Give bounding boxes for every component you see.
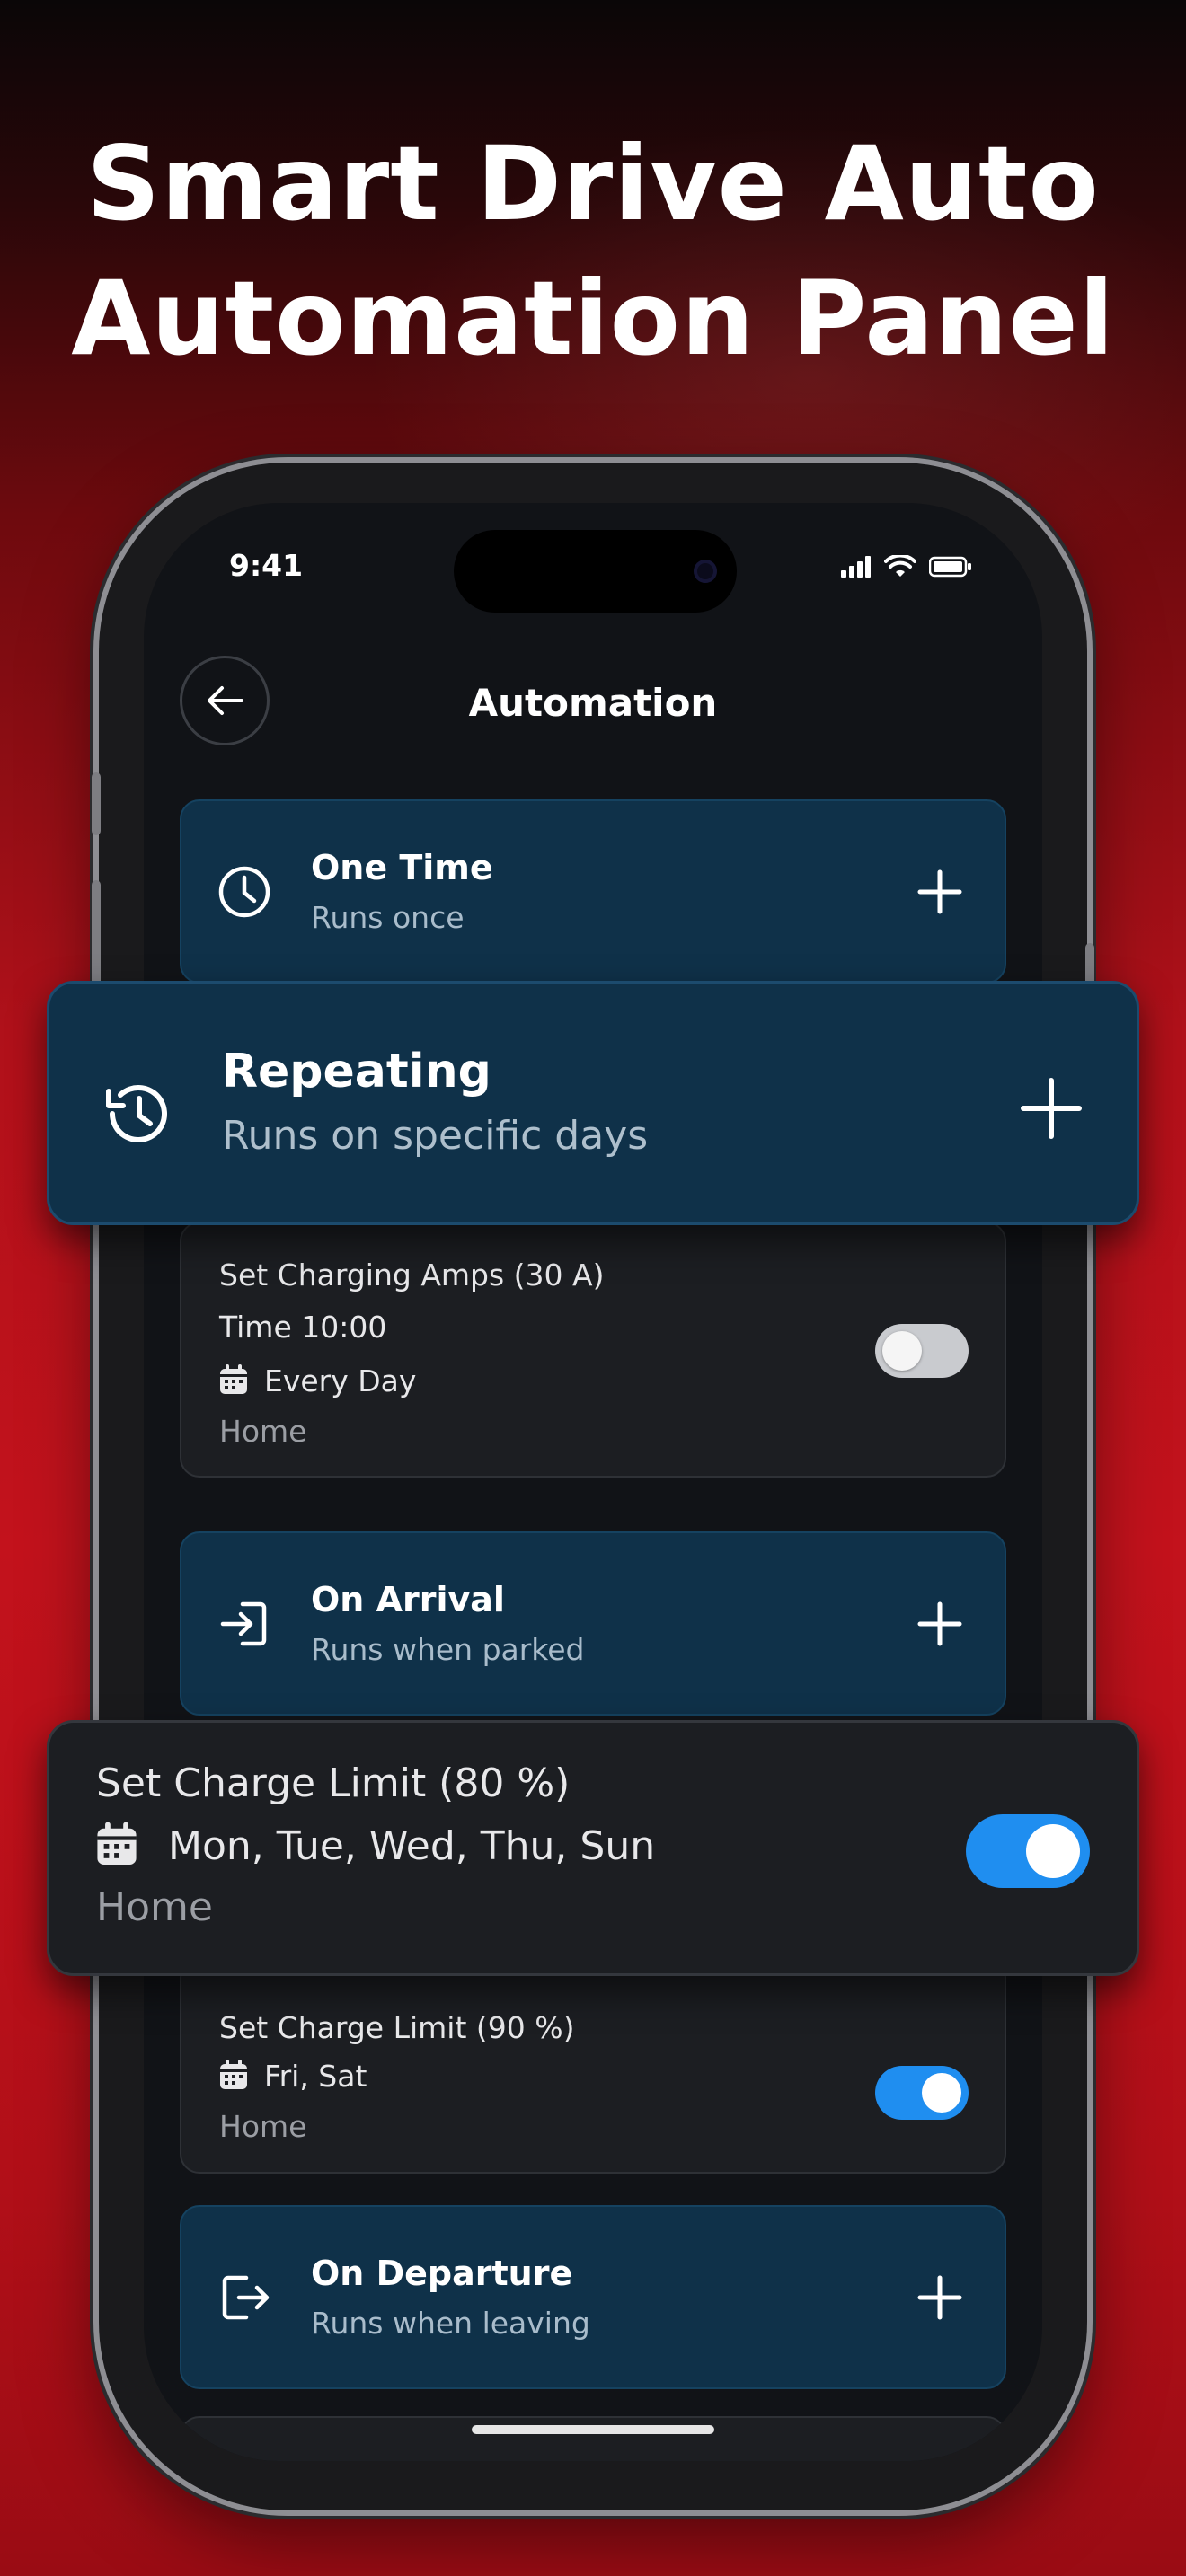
toggle-knob [922, 2073, 961, 2113]
headline-line-1: Smart Drive Auto [86, 124, 1100, 243]
history-icon [106, 1085, 167, 1142]
rule-card-charge-limit-80[interactable]: Set Charge Limit (80 %) Mon, Tue, Wed, T… [47, 1720, 1139, 1976]
calendar-icon [97, 1822, 137, 1865]
home-indicator [472, 2425, 714, 2434]
status-bar: 9:41 [144, 503, 1042, 629]
plus-icon[interactable] [915, 867, 965, 917]
rule-days: Fri, Sat [264, 2059, 367, 2094]
wifi-icon [884, 555, 916, 577]
rule-title: Set Charge Limit (90 %) [219, 2010, 575, 2045]
status-time: 9:41 [229, 548, 304, 583]
phone-screen: 9:41 Automation One Time Runs once Set C… [144, 503, 1042, 2461]
rule-days: Mon, Tue, Wed, Thu, Sun [168, 1823, 656, 1869]
departure-icon [222, 2275, 270, 2319]
plus-icon[interactable] [1016, 1073, 1086, 1143]
page-title: Automation [468, 681, 718, 725]
rule-title: Set Charge Limit (80 %) [96, 1760, 571, 1806]
arrival-icon [220, 1601, 267, 1645]
one-time-subtitle: Runs once [311, 900, 465, 935]
calendar-icon [220, 2060, 247, 2089]
battery-icon [929, 556, 971, 578]
one-time-section[interactable]: One Time Runs once [180, 799, 1006, 984]
rule-toggle[interactable] [875, 1324, 969, 1378]
rule-toggle[interactable] [966, 1814, 1090, 1888]
toggle-knob [882, 1331, 922, 1371]
on-arrival-subtitle: Runs when parked [311, 1632, 585, 1667]
rule-title: Set Charging Amps (30 A) [219, 1257, 605, 1292]
repeating-section[interactable]: Repeating Runs on specific days [47, 981, 1139, 1225]
dynamic-island [454, 530, 737, 613]
repeating-subtitle: Runs on specific days [222, 1113, 649, 1159]
promo-headline: Smart Drive Auto Automation Panel [0, 117, 1186, 386]
status-icons [841, 553, 972, 580]
toggle-knob [1026, 1824, 1080, 1878]
rule-time: Time 10:00 [219, 1310, 387, 1345]
rule-toggle[interactable] [875, 2066, 969, 2120]
signal-icon [841, 556, 871, 578]
on-departure-subtitle: Runs when leaving [311, 2306, 590, 2341]
rule-location: Home [219, 2109, 307, 2144]
one-time-title: One Time [311, 848, 493, 887]
phone-volume-up [92, 880, 101, 997]
on-arrival-title: On Arrival [311, 1580, 505, 1619]
on-departure-title: On Departure [311, 2254, 573, 2293]
on-departure-section[interactable]: On Departure Runs when leaving [180, 2205, 1006, 2389]
front-camera [694, 560, 717, 583]
plus-icon[interactable] [915, 2272, 965, 2323]
repeating-title: Repeating [222, 1045, 491, 1098]
clock-icon [218, 866, 270, 917]
plus-icon[interactable] [915, 1599, 965, 1649]
phone-mute-switch [92, 772, 101, 835]
headline-line-2: Automation Panel [71, 259, 1115, 378]
calendar-icon [220, 1364, 247, 1394]
rule-location: Home [219, 1414, 307, 1449]
rule-location: Home [96, 1884, 213, 1930]
rule-days: Every Day [264, 1363, 417, 1398]
rule-card-partial [180, 2416, 1006, 2461]
rule-card-charging-amps[interactable]: Set Charging Amps (30 A) Time 10:00 Ever… [180, 1222, 1006, 1478]
header: Automation [144, 656, 1042, 754]
on-arrival-section[interactable]: On Arrival Runs when parked [180, 1531, 1006, 1716]
rule-card-charge-limit-90[interactable]: Set Charge Limit (90 %) Fri, Sat Home [180, 1958, 1006, 2174]
